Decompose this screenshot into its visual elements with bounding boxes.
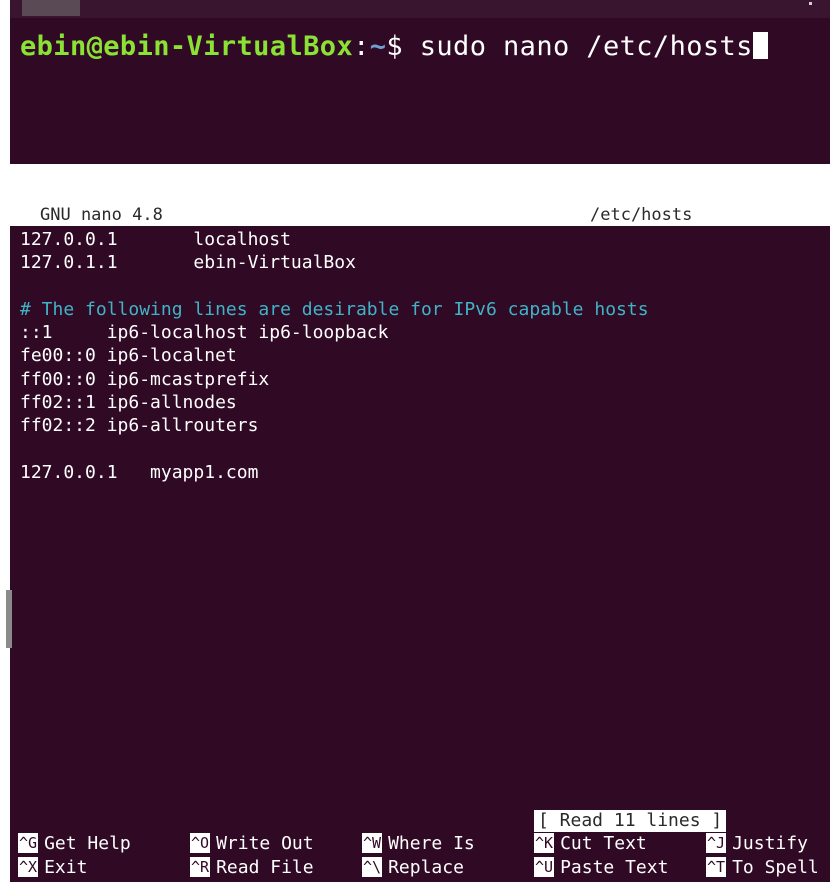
shortcut-key: ^T <box>706 857 727 877</box>
shell-command: sudo nano /etc/hosts <box>419 31 753 62</box>
shortcut-key: ^O <box>190 833 211 853</box>
nano-comment-line[interactable]: # The following lines are desirable for … <box>20 298 649 321</box>
shortcut-key: ^X <box>18 857 39 877</box>
shortcut-write-out[interactable]: ^O Write Out <box>190 832 314 855</box>
shortcut-justify[interactable]: ^J Justify <box>706 832 808 855</box>
terminal-window-top[interactable]: ebin@ebin-VirtualBox:~$ sudo nano /etc/h… <box>10 0 830 164</box>
shortcut-label: Justify <box>732 833 808 854</box>
shortcut-key: ^\ <box>362 857 383 877</box>
shortcut-label: Cut Text <box>560 833 647 854</box>
shortcut-replace[interactable]: ^\ Replace <box>362 856 464 879</box>
shortcut-exit[interactable]: ^X Exit <box>18 856 87 879</box>
nano-text-line[interactable] <box>20 438 649 461</box>
prompt-dollar: $ <box>386 31 420 62</box>
nano-text-line[interactable]: 127.0.0.1 localhost <box>20 228 649 251</box>
shortcut-label: Write Out <box>216 833 314 854</box>
shortcut-label: Read File <box>216 857 314 878</box>
shortcut-key: ^W <box>362 833 383 853</box>
shortcut-label: Replace <box>388 857 464 878</box>
nano-title-bar: GNU nano 4.8 /etc/hosts <box>10 204 830 226</box>
prompt-separator: : <box>353 31 370 62</box>
nano-text-area[interactable]: 127.0.0.1 localhost 127.0.1.1 ebin-Virtua… <box>20 228 649 484</box>
nano-filename: /etc/hosts <box>590 205 693 225</box>
terminal-tab-bar <box>10 0 830 18</box>
shortcut-label: To Spell <box>732 857 819 878</box>
terminal-tab[interactable] <box>22 0 80 16</box>
prompt-user-host: ebin@ebin-VirtualBox <box>20 31 354 62</box>
shortcut-cut-text[interactable]: ^K Cut Text <box>534 832 647 855</box>
window-control-icon[interactable] <box>809 2 812 5</box>
shortcut-read-file[interactable]: ^R Read File <box>190 856 314 879</box>
shell-prompt-line[interactable]: ebin@ebin-VirtualBox:~$ sudo nano /etc/h… <box>20 30 768 64</box>
nano-status-message: [ Read 11 lines ] <box>534 810 727 832</box>
nano-text-line[interactable]: 127.0.1.1 ebin-VirtualBox <box>20 251 649 274</box>
shortcut-key: ^G <box>18 833 39 853</box>
shortcut-key: ^R <box>190 857 211 877</box>
nano-shortcut-bar: ^G Get Help ^O Write Out ^W Where Is ^K Cut Tex… <box>10 832 830 880</box>
nano-text-line[interactable]: ff00::0 ip6-mcastprefix <box>20 368 649 391</box>
shortcut-paste-text[interactable]: ^U Paste Text <box>534 856 668 879</box>
nano-text-line[interactable]: fe00::0 ip6-localnet <box>20 344 649 367</box>
shortcut-key: ^K <box>534 833 555 853</box>
text-cursor <box>752 32 768 59</box>
nano-text-line[interactable]: ::1 ip6-localhost ip6-loopback <box>20 321 649 344</box>
scrollbar-thumb[interactable] <box>6 590 12 648</box>
nano-version: GNU nano 4.8 <box>40 205 163 225</box>
shortcut-label: Paste Text <box>560 857 669 878</box>
shortcut-key: ^J <box>706 833 727 853</box>
prompt-path: ~ <box>369 31 387 62</box>
shortcut-key: ^U <box>534 857 555 877</box>
shortcut-to-spell[interactable]: ^T To Spell <box>706 856 819 879</box>
nano-text-line[interactable]: 127.0.0.1 myapp1.com <box>20 461 649 484</box>
shortcut-label: Get Help <box>44 833 131 854</box>
nano-text-line[interactable]: ff02::2 ip6-allrouters <box>20 414 649 437</box>
shortcut-label: Where Is <box>388 833 475 854</box>
nano-editor-window[interactable]: GNU nano 4.8 /etc/hosts 127.0.0.1 localh… <box>6 204 830 882</box>
shortcut-get-help[interactable]: ^G Get Help <box>18 832 131 855</box>
shortcut-where-is[interactable]: ^W Where Is <box>362 832 475 855</box>
shortcut-label: Exit <box>44 857 88 878</box>
nano-text-line[interactable]: ff02::1 ip6-allnodes <box>20 391 649 414</box>
nano-text-line[interactable] <box>20 275 649 298</box>
